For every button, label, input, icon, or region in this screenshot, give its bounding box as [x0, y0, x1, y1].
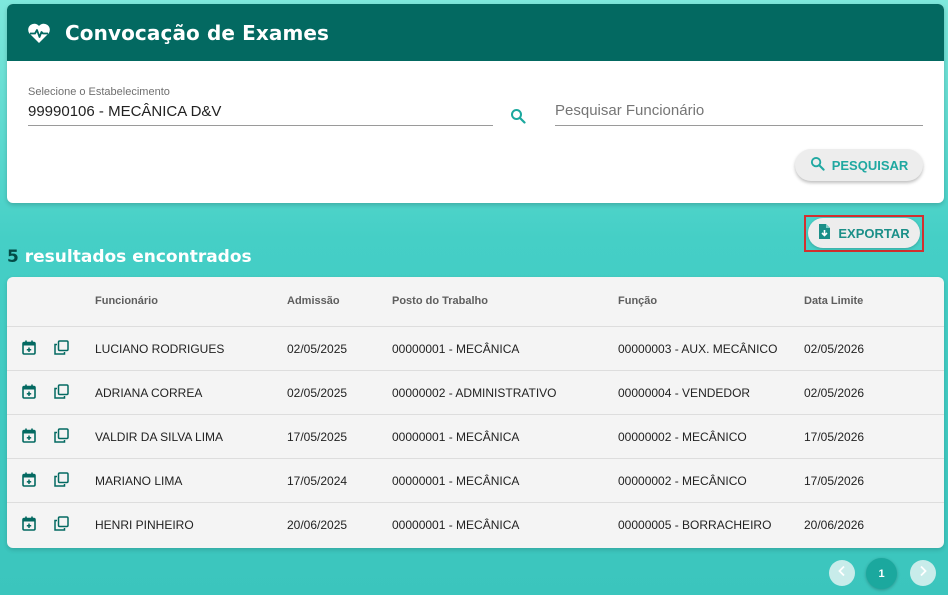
copy-icon[interactable]	[54, 340, 70, 356]
cell-funcao: 00000004 - VENDEDOR	[618, 386, 751, 400]
table-row[interactable]: VALDIR DA SILVA LIMA 17/05/2025 00000001 -…	[7, 415, 944, 459]
table-header: Funcionário Admissão Posto do Trabalho F…	[7, 277, 944, 327]
establishment-value: 99990106 - MECÂNICA D&V	[28, 103, 222, 120]
establishment-label: Selecione o Estabelecimento	[28, 86, 170, 98]
cell-funcionario: LUCIANO RODRIGUES	[95, 342, 225, 356]
cell-funcionario: VALDIR DA SILVA LIMA	[95, 430, 224, 444]
search-card: Convocação de Exames Selecione o Estabel…	[7, 4, 944, 203]
table-row[interactable]: LUCIANO RODRIGUES 02/05/2025 00000001 - ME…	[7, 327, 944, 371]
cell-funcao: 00000005 - BORRACHEIRO	[618, 518, 772, 532]
cell-posto: 00000001 - MECÂNICA	[392, 342, 520, 356]
employee-search-input[interactable]: Pesquisar Funcionário	[555, 96, 923, 126]
cell-posto: 00000001 - MECÂNICA	[392, 518, 520, 532]
copy-icon[interactable]	[54, 516, 70, 532]
cell-funcao: 00000002 - MECÂNICO	[618, 430, 747, 444]
table-row[interactable]: MARIANO LIMA 17/05/2024 00000001 - MECÂNIC…	[7, 459, 944, 503]
cell-admissao: 02/05/2025	[287, 386, 348, 400]
calendar-add-icon[interactable]	[22, 428, 38, 444]
page-number-button[interactable]: 1	[866, 558, 897, 589]
search-button-label: PESQUISAR	[831, 157, 909, 173]
table-body: LUCIANO RODRIGUES 02/05/2025 00000001 - ME…	[7, 327, 944, 547]
table-row[interactable]: HENRI PINHEIRO 20/06/2025 00000001 - MECÂN…	[7, 503, 944, 547]
copy-icon[interactable]	[54, 384, 70, 400]
cell-admissao: 20/06/2025	[287, 518, 348, 532]
cell-data-limite: 17/05/2026	[804, 430, 865, 444]
cell-funcionario: ADRIANA CORREA	[95, 386, 203, 400]
export-button-label: EXPORTAR	[838, 225, 910, 241]
calendar-add-icon[interactable]	[22, 384, 38, 400]
establishment-search-icon[interactable]	[510, 108, 526, 124]
heart-pulse-icon	[27, 21, 51, 45]
calendar-add-icon[interactable]	[22, 340, 38, 356]
results-count: 5 resultados encontrados	[7, 247, 252, 267]
chevron-left-icon	[836, 564, 848, 582]
cell-funcao: 00000003 - AUX. MECÂNICO	[618, 342, 778, 356]
chevron-right-icon	[917, 564, 929, 582]
column-header-funcao[interactable]: Função	[618, 295, 657, 307]
page-title: Convocação de Exames	[65, 20, 330, 45]
table-row[interactable]: ADRIANA CORREA 02/05/2025 00000002 - ADMIN…	[7, 371, 944, 415]
copy-icon[interactable]	[54, 428, 70, 444]
cell-funcao: 00000002 - MECÂNICO	[618, 474, 747, 488]
cell-data-limite: 20/06/2026	[804, 518, 865, 532]
cell-admissao: 17/05/2025	[287, 430, 348, 444]
cell-data-limite: 02/05/2026	[804, 342, 865, 356]
calendar-add-icon[interactable]	[22, 516, 38, 532]
results-count-number: 5	[7, 247, 19, 267]
cell-admissao: 02/05/2025	[287, 342, 348, 356]
results-table: Funcionário Admissão Posto do Trabalho F…	[7, 277, 944, 548]
column-header-data-limite[interactable]: Data Limite	[804, 295, 863, 307]
export-button[interactable]: EXPORTAR	[808, 218, 920, 248]
page-header: Convocação de Exames	[7, 4, 944, 61]
employee-search-placeholder: Pesquisar Funcionário	[555, 102, 705, 119]
search-button[interactable]: PESQUISAR	[795, 149, 923, 181]
column-header-posto[interactable]: Posto do Trabalho	[392, 295, 488, 307]
cell-data-limite: 02/05/2026	[804, 386, 865, 400]
column-header-funcionario[interactable]: Funcionário	[95, 295, 158, 307]
cell-funcionario: MARIANO LIMA	[95, 474, 183, 488]
column-header-admissao[interactable]: Admissão	[287, 295, 340, 307]
cell-posto: 00000001 - MECÂNICA	[392, 474, 520, 488]
establishment-select[interactable]: Selecione o Estabelecimento 99990106 - M…	[28, 86, 493, 126]
cell-funcionario: HENRI PINHEIRO	[95, 518, 194, 532]
results-count-text: resultados encontrados	[24, 247, 252, 267]
file-download-icon	[818, 224, 831, 242]
cell-posto: 00000001 - MECÂNICA	[392, 430, 520, 444]
cell-data-limite: 17/05/2026	[804, 474, 865, 488]
cell-posto: 00000002 - ADMINISTRATIVO	[392, 386, 557, 400]
search-icon	[810, 156, 825, 174]
previous-page-button[interactable]	[829, 560, 855, 586]
copy-icon[interactable]	[54, 472, 70, 488]
cell-admissao: 17/05/2024	[287, 474, 348, 488]
calendar-add-icon[interactable]	[22, 472, 38, 488]
next-page-button[interactable]	[910, 560, 936, 586]
